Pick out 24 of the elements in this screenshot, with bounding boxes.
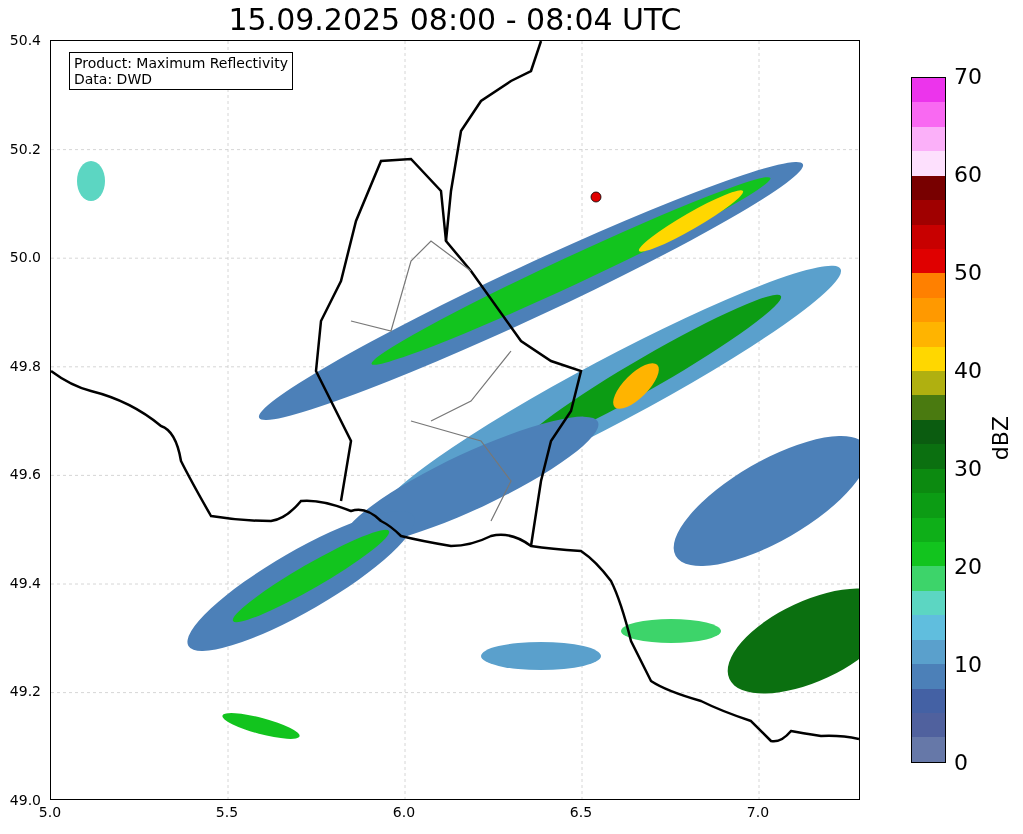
colorbar-tick-label: 50 (954, 260, 982, 286)
longitude-tick-label: 6.5 (569, 804, 593, 822)
chart-title: 15.09.2025 08:00 - 08:04 UTC (227, 1, 683, 39)
latitude-tick-label: 50.2 (9, 140, 41, 157)
colorbar-label: dBZ (988, 416, 1013, 461)
colorbar-tick-label: 30 (954, 456, 982, 482)
colorbar-tick-label: 60 (954, 162, 982, 188)
latitude-tick-label: 49.4 (9, 574, 41, 591)
colorbar-tick-label: 70 (954, 64, 982, 90)
longitude-tick-label: 5.0 (38, 804, 62, 822)
longitude-tick-label: 7.0 (746, 804, 770, 822)
colorbar-tick-label: 20 (954, 554, 982, 580)
latitude-tick-label: 49.8 (9, 357, 41, 374)
longitude-tick-label: 6.0 (392, 804, 416, 822)
latitude-tick-label: 49.0 (9, 791, 41, 808)
latitude-tick-label: 50.0 (9, 249, 41, 266)
latitude-tick-label: 49.6 (9, 466, 41, 483)
colorbar-tick-label: 0 (954, 750, 968, 776)
info-box: Product: Maximum Reflectivity Data: DWD (69, 52, 293, 90)
latitude-tick-label: 50.4 (9, 32, 41, 48)
colorbar-tick-label: 10 (954, 652, 982, 678)
longitude-tick-label: 5.5 (215, 804, 239, 822)
latitude-tick-label: 49.2 (9, 683, 41, 700)
colorbar-tick-label: 40 (954, 358, 982, 384)
